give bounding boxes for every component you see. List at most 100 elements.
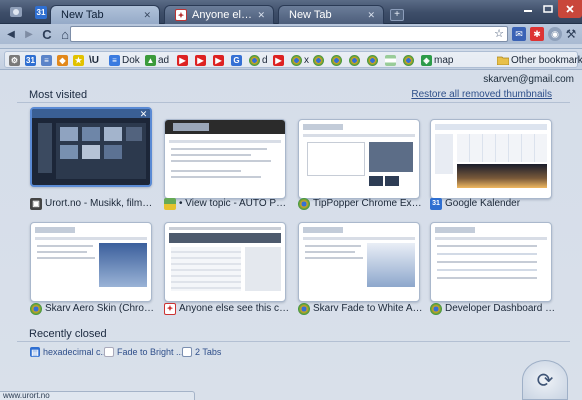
sync-corner-button[interactable]: ⟳ [522,360,568,400]
tab-new-tab-2[interactable]: New Tab ✕ [278,5,384,24]
omnibox[interactable]: ☆ [70,26,508,42]
bookmark-item-1[interactable]: ⚙ [9,53,20,67]
most-visited-title[interactable]: Most visited [29,89,87,101]
thumbnail-title: Developer Dashboard - Googl... [445,303,556,314]
chrome-icon [291,54,302,66]
maximize-icon [543,5,553,13]
other-bookmarks-label: Other bookmarks [511,54,582,66]
restore-thumbnails-link[interactable]: Restore all removed thumbnails [411,89,552,100]
bookmark-label: x [304,54,309,66]
thumbnail-urort[interactable]: ✕ [30,107,152,187]
thumbnail-logo [435,227,475,233]
tab-new-tab-1[interactable]: New Tab ✕ [50,5,160,24]
thumbnail-anyone-else[interactable] [164,222,286,302]
bookmark-item-5[interactable]: ★ [73,53,84,67]
calendar-icon: 31 [25,54,36,66]
thumbnail-title-tippopper[interactable]: TipPopper Chrome Extension -... [298,197,424,210]
window-favicon-icon [182,347,192,357]
bookmark-item-yt2[interactable]: ▶ [195,53,206,67]
thumbnail-tippopper[interactable] [298,119,420,199]
account-email[interactable]: skarven@gmail.com [483,74,574,85]
close-tab-icon[interactable]: ✕ [143,10,151,21]
thumbnail-title-anyone-else[interactable]: ✦ Anyone else see this crazy ta... [164,302,290,315]
bookmark-item-2[interactable]: 31 [25,53,36,67]
close-tab-icon[interactable]: ✕ [367,10,375,21]
bookmark-item-dok[interactable]: ≡ Dok [109,53,140,67]
bookmark-item-yt4[interactable]: ▶ [273,53,284,67]
extension-red-icon[interactable]: ✱ [530,27,544,41]
recently-closed-item-two-tabs[interactable]: 2 Tabs [182,346,221,358]
chrome-icon [249,54,260,66]
remove-thumbnail-icon[interactable]: ✕ [139,110,148,119]
wrench-icon: ⚒ [565,27,577,41]
thumbnail-developer-dashboard[interactable] [430,222,552,302]
address-input[interactable] [71,27,507,41]
thumbnail-title: • View topic - AUTO POP-UP... [179,198,290,209]
new-tab-button[interactable]: + [390,9,404,21]
thumbnail-line [437,253,537,255]
thumbnail-screenshot [369,142,413,172]
bookmark-item-c5[interactable] [403,53,414,67]
thumbnail-line [171,148,267,150]
recently-closed-label: hexadecimal c... [43,347,109,357]
orange-icon: ◆ [57,54,68,66]
reload-button[interactable]: C [38,25,56,43]
close-tab-icon[interactable]: ✕ [257,10,265,21]
bookmark-item-c1[interactable] [313,53,324,67]
bookmark-item-c3[interactable] [349,53,360,67]
thumbnail-skarv-aero[interactable] [30,222,152,302]
thumbnail-title-developer-dashboard[interactable]: Developer Dashboard - Googl... [430,302,556,315]
bookmark-item-c4[interactable] [367,53,378,67]
bookmark-item-4[interactable]: ◆ [57,53,68,67]
page-favicon-icon [104,347,114,357]
bookmark-item-3[interactable]: ≡ [41,53,52,67]
thumbnail-title-urort[interactable]: ▣ Urort.no - Musikk, filmmusikk... [30,197,156,210]
other-bookmarks-button[interactable]: Other bookmarks [497,53,582,67]
tab-anyone-else[interactable]: ✦ Anyone else see this... ✕ [164,5,274,24]
thumbnail-title-view-topic[interactable]: • View topic - AUTO POP-UP... [164,197,290,210]
bookmark-item-6[interactable]: \U [89,53,99,67]
recently-closed-item-fade[interactable]: Fade to Bright ... [104,346,184,358]
mail-extension-icon[interactable]: ✉ [512,27,526,41]
forward-arrow-icon: ▶ [25,28,33,40]
thumbnail-screenshot [367,243,415,287]
bookmark-item-d[interactable]: d [249,53,268,67]
youtube-icon: ▶ [177,54,188,66]
bookmark-star-icon[interactable]: ☆ [494,27,504,41]
gear-icon: ⚙ [9,54,20,66]
minimize-button[interactable] [518,0,538,18]
thumbnail-title-google-kalender[interactable]: 31 Google Kalender [430,197,556,210]
window-menu-button[interactable] [4,3,28,21]
bookmark-item-c2[interactable] [331,53,342,67]
forward-button[interactable]: ▶ [20,25,38,43]
thumbnail-skarv-fade[interactable] [298,222,420,302]
thumbnail-line [169,140,281,143]
maximize-button[interactable] [538,0,558,18]
news-favicon-icon: ✦ [175,9,187,21]
chrome-icon [313,54,324,66]
thumbnail-header [32,109,150,118]
bookmark-item-flag[interactable] [385,53,396,67]
close-window-button[interactable] [558,0,582,18]
calendar-app-tab[interactable]: 31 [34,3,48,21]
recently-closed-title: Recently closed [29,328,107,340]
back-button[interactable]: ◀ [2,25,20,43]
extension-globe-icon[interactable]: ◉ [548,27,562,41]
recently-closed-item-hexadecimal[interactable]: ▤ hexadecimal c... [30,346,108,358]
bookmark-item-ad[interactable]: ▲ ad [145,53,169,67]
bookmark-item-x[interactable]: x [291,53,309,67]
bookmarks-bar-inner: ⚙ 31 ≡ ◆ ★ \U ≡ Dok ▲ ad ▶ ▶ ▶ G d ▶ x ◈ ma… [4,51,582,68]
thumbnail-title-skarv-fade[interactable]: Skarv Fade to White Aero Ski... [298,302,424,315]
thumbnail-title-skarv-aero[interactable]: Skarv Aero Skin (Chrome The... [30,302,156,315]
thumbnail-view-topic[interactable] [164,119,286,199]
bookmark-item-google[interactable]: G [231,53,242,67]
thumbnail-line [305,251,355,253]
thumbnail-panel [307,142,365,176]
bookmark-item-map[interactable]: ◈ map [421,53,453,67]
chrome-icon [403,54,414,66]
bookmark-label: d [262,54,268,66]
bookmark-item-yt3[interactable]: ▶ [213,53,224,67]
thumbnail-google-kalender[interactable] [430,119,552,199]
wrench-menu-button[interactable]: ⚒ [564,27,578,41]
bookmark-item-yt1[interactable]: ▶ [177,53,188,67]
